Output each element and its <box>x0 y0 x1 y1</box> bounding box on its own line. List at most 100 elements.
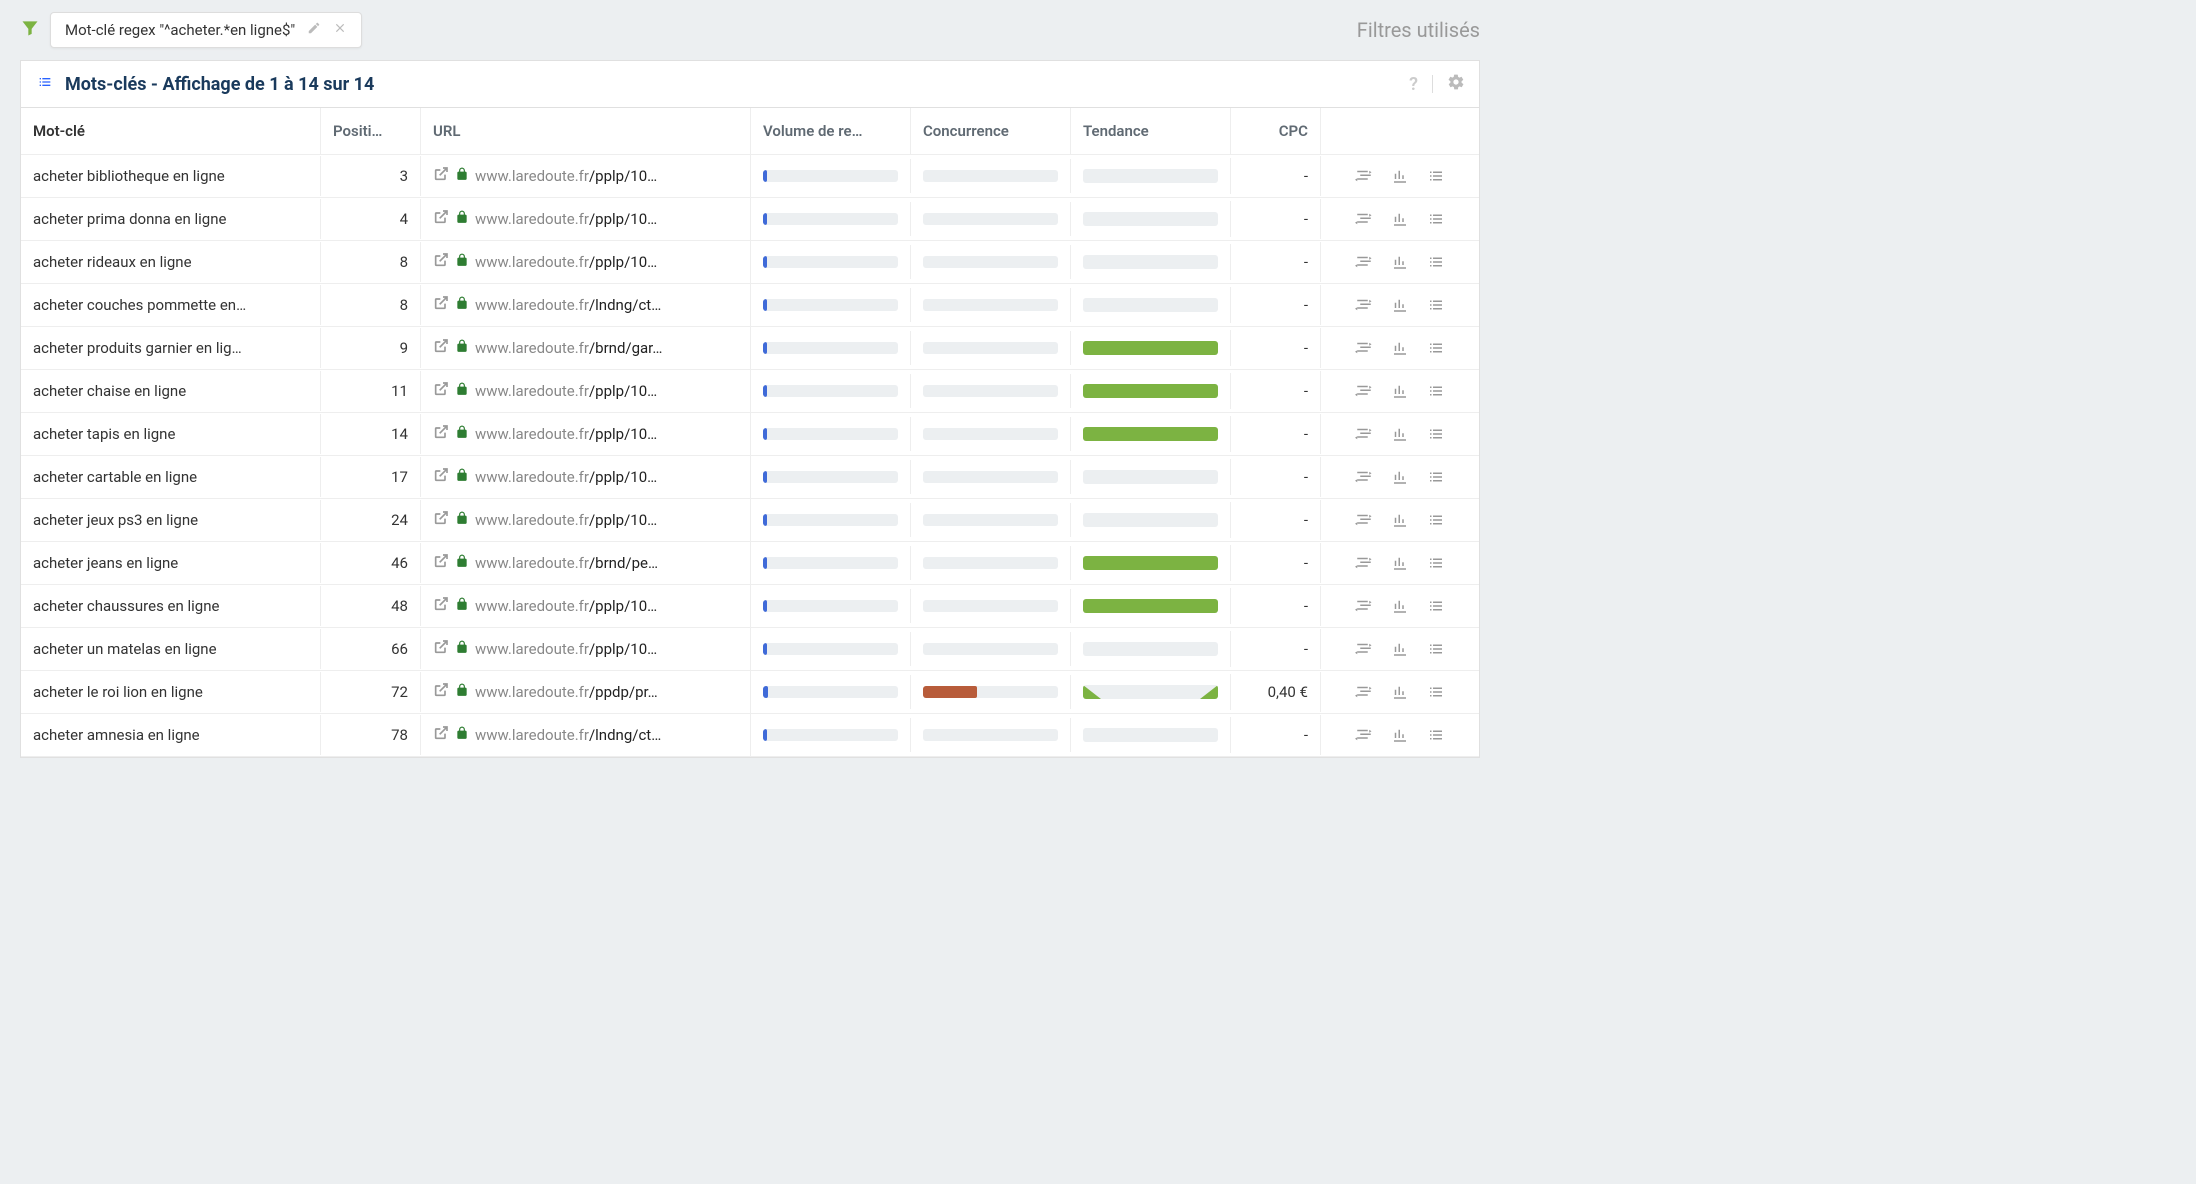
list-details-icon[interactable] <box>1427 382 1445 400</box>
url-cell[interactable]: www.laredoute.fr/brnd/gar… <box>421 327 751 369</box>
list-details-icon[interactable] <box>1427 468 1445 486</box>
list-details-icon[interactable] <box>1427 253 1445 271</box>
list-details-icon[interactable] <box>1427 554 1445 572</box>
col-tendance[interactable]: Tendance <box>1071 108 1231 154</box>
list-details-icon[interactable] <box>1427 425 1445 443</box>
keyword-cell[interactable]: acheter produits garnier en lig… <box>21 328 321 368</box>
url-cell[interactable]: www.laredoute.fr/pplp/10… <box>421 585 751 627</box>
chart-icon[interactable] <box>1391 425 1409 443</box>
url-cell[interactable]: www.laredoute.fr/pplp/10… <box>421 413 751 455</box>
keyword-cell[interactable]: acheter chaise en ligne <box>21 371 321 411</box>
list-details-icon[interactable] <box>1427 210 1445 228</box>
url-cell[interactable]: www.laredoute.fr/lndng/ct… <box>421 714 751 756</box>
list-details-icon[interactable] <box>1427 726 1445 744</box>
chart-icon[interactable] <box>1391 726 1409 744</box>
keyword-cell[interactable]: acheter jeans en ligne <box>21 543 321 583</box>
chart-icon[interactable] <box>1391 210 1409 228</box>
external-link-icon[interactable] <box>433 424 449 444</box>
external-link-icon[interactable] <box>433 596 449 616</box>
col-position[interactable]: Positi… <box>321 108 421 154</box>
keyword-cell[interactable]: acheter jeux ps3 en ligne <box>21 500 321 540</box>
filter-chip[interactable]: Mot-clé regex "^acheter.*en ligne$" <box>50 12 362 48</box>
pencil-icon[interactable] <box>307 21 321 39</box>
list-details-icon[interactable] <box>1427 511 1445 529</box>
list-details-icon[interactable] <box>1427 339 1445 357</box>
keyword-cell[interactable]: acheter cartable en ligne <box>21 457 321 497</box>
indent-icon[interactable] <box>1355 167 1373 185</box>
external-link-icon[interactable] <box>433 510 449 530</box>
concurrence-bar <box>923 385 1058 397</box>
url-cell[interactable]: www.laredoute.fr/ppdp/pr… <box>421 671 751 713</box>
close-icon[interactable] <box>333 21 347 39</box>
keyword-cell[interactable]: acheter tapis en ligne <box>21 414 321 454</box>
keyword-cell[interactable]: acheter un matelas en ligne <box>21 629 321 669</box>
col-volume[interactable]: Volume de re… <box>751 108 911 154</box>
url-cell[interactable]: www.laredoute.fr/pplp/10… <box>421 628 751 670</box>
external-link-icon[interactable] <box>433 166 449 186</box>
external-link-icon[interactable] <box>433 252 449 272</box>
url-cell[interactable]: www.laredoute.fr/brnd/pe… <box>421 542 751 584</box>
chart-icon[interactable] <box>1391 683 1409 701</box>
indent-icon[interactable] <box>1355 382 1373 400</box>
external-link-icon[interactable] <box>433 295 449 315</box>
indent-icon[interactable] <box>1355 726 1373 744</box>
chart-icon[interactable] <box>1391 253 1409 271</box>
col-concurrence[interactable]: Concurrence <box>911 108 1071 154</box>
url-cell[interactable]: www.laredoute.fr/lndng/ct… <box>421 284 751 326</box>
chart-icon[interactable] <box>1391 597 1409 615</box>
list-details-icon[interactable] <box>1427 296 1445 314</box>
chart-icon[interactable] <box>1391 382 1409 400</box>
url-cell[interactable]: www.laredoute.fr/pplp/10… <box>421 155 751 197</box>
list-details-icon[interactable] <box>1427 167 1445 185</box>
external-link-icon[interactable] <box>433 639 449 659</box>
url-cell[interactable]: www.laredoute.fr/pplp/10… <box>421 456 751 498</box>
list-details-icon[interactable] <box>1427 597 1445 615</box>
external-link-icon[interactable] <box>433 381 449 401</box>
keyword-cell[interactable]: acheter chaussures en ligne <box>21 586 321 626</box>
external-link-icon[interactable] <box>433 682 449 702</box>
chart-icon[interactable] <box>1391 468 1409 486</box>
indent-icon[interactable] <box>1355 339 1373 357</box>
gear-icon[interactable] <box>1447 73 1465 95</box>
chart-icon[interactable] <box>1391 554 1409 572</box>
url-cell[interactable]: www.laredoute.fr/pplp/10… <box>421 241 751 283</box>
position-cell: 48 <box>321 586 421 626</box>
chart-icon[interactable] <box>1391 167 1409 185</box>
indent-icon[interactable] <box>1355 425 1373 443</box>
chart-icon[interactable] <box>1391 511 1409 529</box>
list-details-icon[interactable] <box>1427 640 1445 658</box>
col-cpc[interactable]: CPC <box>1231 108 1321 154</box>
chart-icon[interactable] <box>1391 640 1409 658</box>
chart-icon[interactable] <box>1391 296 1409 314</box>
indent-icon[interactable] <box>1355 597 1373 615</box>
list-details-icon[interactable] <box>1427 683 1445 701</box>
indent-icon[interactable] <box>1355 210 1373 228</box>
url-cell[interactable]: www.laredoute.fr/pplp/10… <box>421 499 751 541</box>
filters-used-label[interactable]: Filtres utilisés <box>1357 18 1480 42</box>
keyword-cell[interactable]: acheter le roi lion en ligne <box>21 672 321 712</box>
indent-icon[interactable] <box>1355 683 1373 701</box>
keyword-cell[interactable]: acheter amnesia en ligne <box>21 715 321 755</box>
col-url[interactable]: URL <box>421 108 751 154</box>
indent-icon[interactable] <box>1355 253 1373 271</box>
external-link-icon[interactable] <box>433 725 449 745</box>
indent-icon[interactable] <box>1355 511 1373 529</box>
help-icon[interactable]: ? <box>1409 74 1418 95</box>
col-keyword[interactable]: Mot-clé <box>21 108 321 154</box>
indent-icon[interactable] <box>1355 468 1373 486</box>
keyword-cell[interactable]: acheter prima donna en ligne <box>21 199 321 239</box>
indent-icon[interactable] <box>1355 554 1373 572</box>
chart-icon[interactable] <box>1391 339 1409 357</box>
indent-icon[interactable] <box>1355 640 1373 658</box>
keyword-cell[interactable]: acheter couches pommette en… <box>21 285 321 325</box>
url-cell[interactable]: www.laredoute.fr/pplp/10… <box>421 198 751 240</box>
external-link-icon[interactable] <box>433 338 449 358</box>
external-link-icon[interactable] <box>433 467 449 487</box>
external-link-icon[interactable] <box>433 209 449 229</box>
keyword-cell[interactable]: acheter bibliotheque en ligne <box>21 156 321 196</box>
indent-icon[interactable] <box>1355 296 1373 314</box>
keyword-cell[interactable]: acheter rideaux en ligne <box>21 242 321 282</box>
external-link-icon[interactable] <box>433 553 449 573</box>
url-text: www.laredoute.fr/pplp/10… <box>475 640 738 658</box>
url-cell[interactable]: www.laredoute.fr/pplp/10… <box>421 370 751 412</box>
